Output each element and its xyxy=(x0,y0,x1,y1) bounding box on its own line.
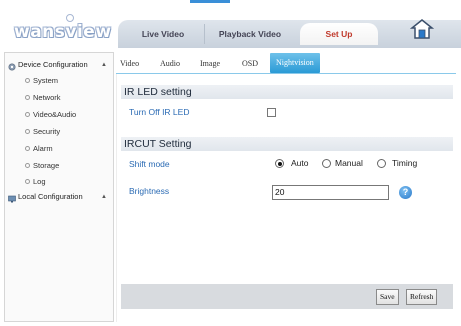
settings-sidebar: Device Configuration ▲ System Network Vi… xyxy=(4,52,114,322)
brightness-input[interactable]: 20 xyxy=(272,185,389,200)
sidebar-item-label: Video&Audio xyxy=(33,110,77,119)
logo-camera-icon xyxy=(66,14,74,22)
sidebar-group-device-configuration[interactable]: Device Configuration ▲ xyxy=(5,57,113,73)
subtab-nightvision[interactable]: Nightvision xyxy=(270,53,320,73)
sidebar-item-network[interactable]: Network xyxy=(25,91,61,105)
turn-off-ir-led-label: Turn Off IR LED xyxy=(129,107,190,117)
section-title-ir-led: IR LED setting xyxy=(121,85,453,99)
brightness-label: Brightness xyxy=(129,186,170,196)
collapse-caret-icon: ▲ xyxy=(101,62,107,68)
collapse-caret-icon: ▲ xyxy=(101,194,107,200)
bullet-icon xyxy=(25,162,30,168)
subtab-osd[interactable]: OSD xyxy=(242,55,258,73)
refresh-button[interactable]: Refresh xyxy=(406,289,438,305)
sidebar-item-label: Security xyxy=(33,127,61,136)
sidebar-item-storage[interactable]: Storage xyxy=(25,159,59,173)
action-bar: Save Refresh xyxy=(121,284,453,309)
bullet-icon xyxy=(25,128,30,134)
bullet-icon xyxy=(25,94,30,100)
home-icon[interactable] xyxy=(409,18,435,40)
sidebar-item-label: System xyxy=(33,76,59,85)
bullet-icon xyxy=(25,111,30,117)
help-icon[interactable]: ? xyxy=(399,186,412,199)
bullet-icon xyxy=(25,145,30,151)
shift-mode-auto-label: Auto xyxy=(291,158,309,168)
save-button[interactable]: Save xyxy=(376,289,399,305)
tab-set-up[interactable]: Set Up xyxy=(300,23,378,45)
shift-mode-manual-label: Manual xyxy=(335,158,363,168)
shift-mode-timing-radio[interactable] xyxy=(377,159,386,168)
monitor-icon xyxy=(8,193,16,203)
shift-mode-auto-radio[interactable] xyxy=(275,159,284,168)
turn-off-ir-led-checkbox[interactable] xyxy=(267,108,276,117)
sidebar-item-alarm[interactable]: Alarm xyxy=(25,142,53,156)
tab-live-video[interactable]: Live Video xyxy=(128,23,198,45)
sidebar-item-label: Network xyxy=(33,93,61,102)
subtab-audio[interactable]: Audio xyxy=(160,55,180,73)
sidebar-item-video-audio[interactable]: Video&Audio xyxy=(25,108,76,122)
subtab-image[interactable]: Image xyxy=(200,55,220,73)
sidebar-item-label: Alarm xyxy=(33,144,53,153)
section-title-ircut: IRCUT Setting xyxy=(121,137,453,151)
sidebar-item-system[interactable]: System xyxy=(25,74,58,88)
sidebar-group-label: Local Configuration xyxy=(18,192,83,201)
sidebar-item-label: Storage xyxy=(33,161,60,170)
shift-mode-manual-radio[interactable] xyxy=(322,159,331,168)
shift-mode-label: Shift mode xyxy=(129,159,170,169)
shift-mode-timing-label: Timing xyxy=(392,158,418,168)
brand-logo: wansview xyxy=(14,22,112,42)
tab-playback-video[interactable]: Playback Video xyxy=(210,23,290,45)
gear-icon xyxy=(8,61,16,71)
settings-content: Video Audio Image OSD Nightvision IR LED… xyxy=(116,52,456,322)
nightvision-panel: IR LED setting Turn Off IR LED IRCUT Set… xyxy=(116,74,456,322)
subtab-video[interactable]: Video xyxy=(120,55,139,73)
tab-divider xyxy=(204,24,205,44)
top-header: wansview Live Video Playback Video Set U… xyxy=(0,0,461,48)
sidebar-group-label: Device Configuration xyxy=(18,60,88,69)
sidebar-item-security[interactable]: Security xyxy=(25,125,60,139)
bullet-icon xyxy=(25,178,30,184)
sidebar-group-local-configuration[interactable]: Local Configuration ▲ xyxy=(5,189,113,205)
top-accent-bar xyxy=(190,0,230,3)
bullet-icon xyxy=(25,77,30,83)
sidebar-item-label: Log xyxy=(33,177,46,186)
sidebar-item-log[interactable]: Log xyxy=(25,175,46,189)
